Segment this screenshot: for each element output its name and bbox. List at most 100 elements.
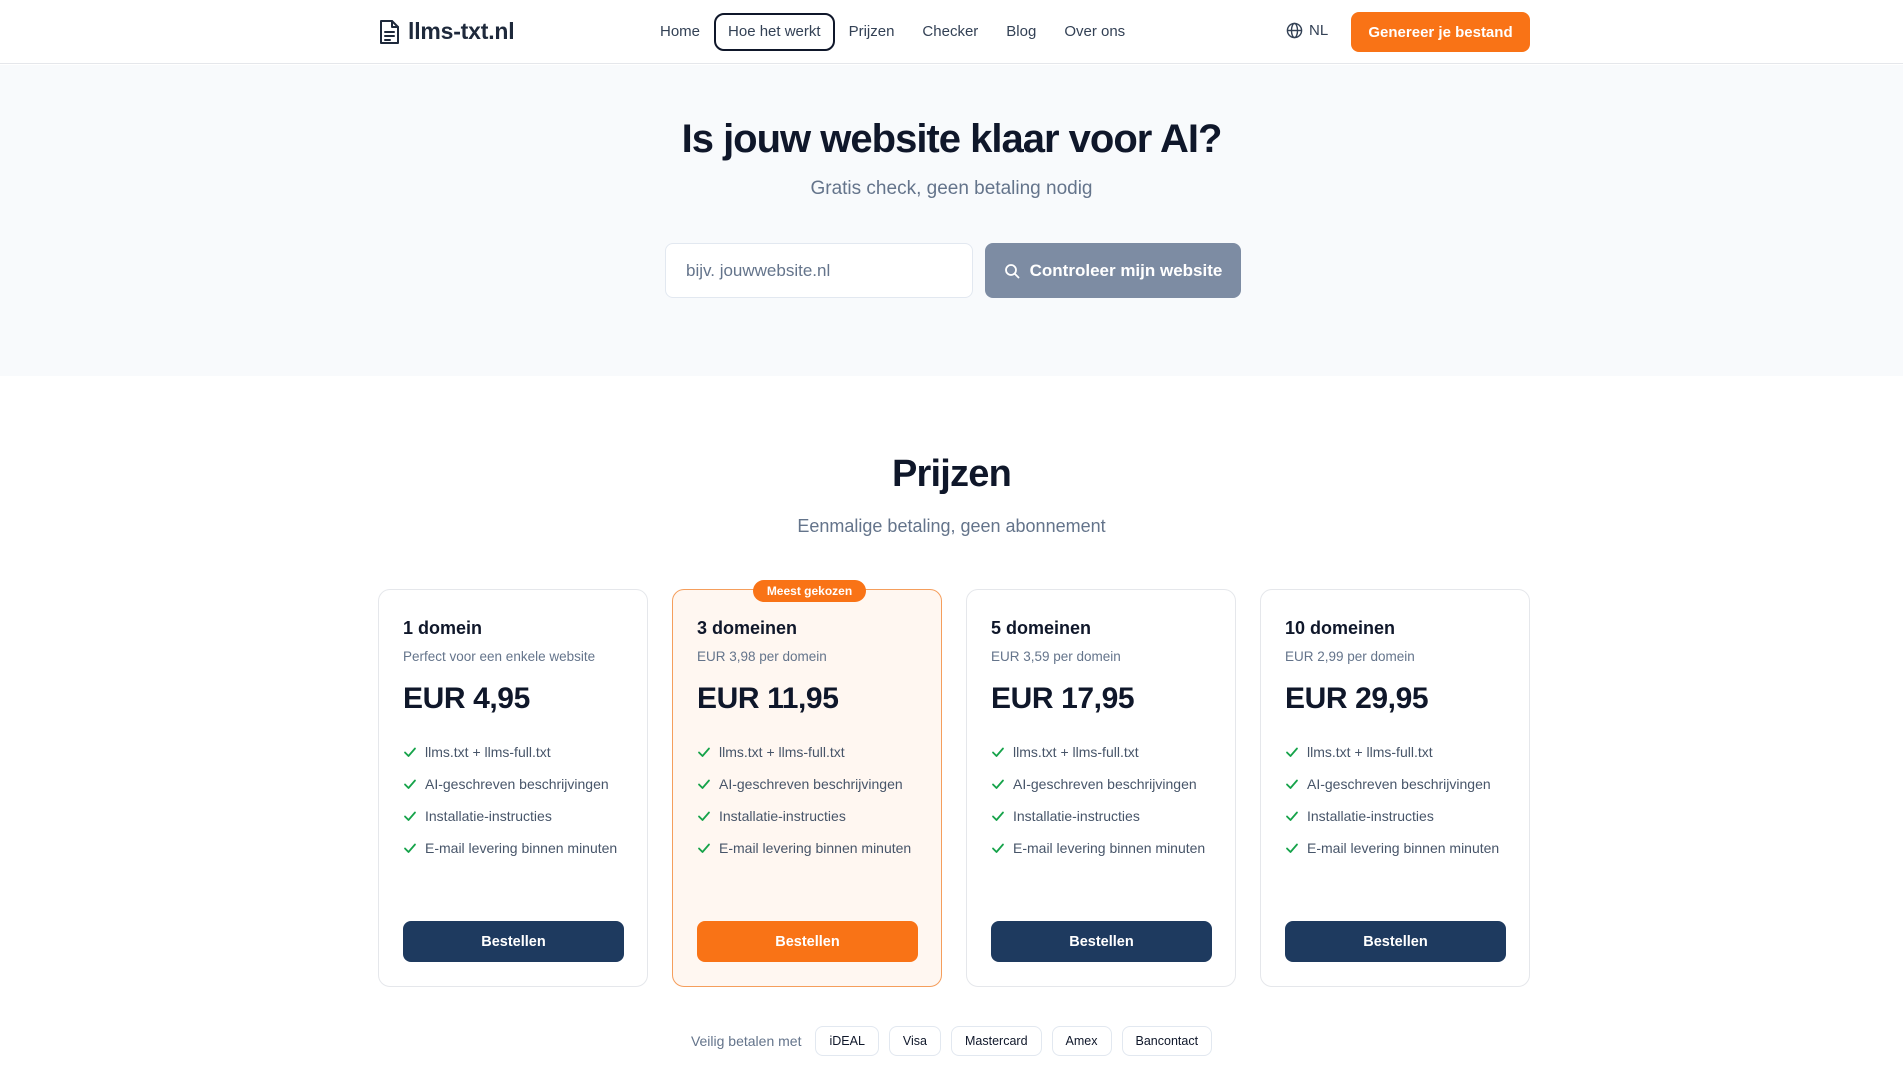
feature-text: E-mail levering binnen minuten [1307,840,1500,856]
feature-text: E-mail levering binnen minuten [719,840,912,856]
feature-text: llms.txt + llms-full.txt [1307,744,1433,760]
logo-text: llms-txt.nl [408,18,515,44]
nav-item-blog[interactable]: Blog [992,13,1050,51]
check-icon [1286,843,1298,853]
feature-item: llms.txt + llms-full.txt [403,742,633,762]
plan-name: 3 domeinen [697,618,798,638]
check-website-label: Controleer mijn website [1029,260,1223,280]
feature-item: E-mail levering binnen minuten [1285,838,1515,858]
plan-price: EUR 4,95 [403,682,530,715]
file-text-icon [380,19,399,44]
language-label: NL [1309,22,1329,39]
plan-description: EUR 3,98 per domein [697,649,827,664]
hero-subtitle: Gratis check, geen betaling nodig [810,178,1093,199]
plan-name: 5 domeinen [991,618,1092,638]
feature-text: E-mail levering binnen minuten [1013,840,1206,856]
nav-item-hoe-het-werkt[interactable]: Hoe het werkt [714,13,835,51]
plan-price: EUR 11,95 [697,682,839,715]
check-icon [404,779,416,789]
feature-item: AI-geschreven beschrijvingen [1285,774,1515,794]
generate-file-button[interactable]: Genereer je bestand [1351,12,1530,52]
plan-description: EUR 2,99 per domein [1285,649,1415,664]
plan-card-3-domeinen: Meest gekozen 3 domeinen EUR 3,98 per do… [672,580,942,987]
feature-item: E-mail levering binnen minuten [403,838,633,858]
plan-price: EUR 17,95 [991,682,1135,715]
plan-name: 10 domeinen [1285,618,1396,638]
plan-description: Perfect voor een enkele website [403,649,596,664]
hero-title: Is jouw website klaar voor AI? [681,117,1223,161]
logo[interactable]: llms-txt.nl [378,18,515,45]
hero-section: Is jouw website klaar voor AI? Gratis ch… [0,65,1903,376]
feature-item: Installatie-instructies [697,806,927,826]
feature-text: AI-geschreven beschrijvingen [1013,776,1197,792]
check-icon [404,811,416,821]
payment-chip-amex: Amex [1051,1026,1112,1056]
feature-text: AI-geschreven beschrijvingen [425,776,609,792]
feature-list: llms.txt + llms-full.txt AI-geschreven b… [1285,742,1515,870]
check-icon [404,747,416,757]
most-chosen-badge: Meest gekozen [753,580,866,602]
plan-card-10-domeinen: 10 domeinen EUR 2,99 per domein EUR 29,9… [1260,589,1530,987]
feature-item: llms.txt + llms-full.txt [991,742,1221,762]
order-button[interactable]: Bestellen [403,921,624,962]
feature-list: llms.txt + llms-full.txt AI-geschreven b… [697,742,927,870]
main-nav: Home Hoe het werkt Prijzen Checker Blog … [646,13,1139,51]
site-header: llms-txt.nl Home Hoe het werkt Prijzen C… [0,0,1903,64]
globe-icon [1286,22,1303,39]
pricing-title: Prijzen [892,453,1012,495]
nav-item-home[interactable]: Home [646,13,714,51]
plan-card-5-domeinen: 5 domeinen EUR 3,59 per domein EUR 17,95… [966,589,1236,987]
check-icon [1286,747,1298,757]
check-icon [698,779,710,789]
plan-card-1-domein: 1 domein Perfect voor een enkele website… [378,589,648,987]
nav-item-prijzen[interactable]: Prijzen [835,13,909,51]
feature-item: llms.txt + llms-full.txt [697,742,927,762]
feature-text: AI-geschreven beschrijvingen [1307,776,1491,792]
feature-item: Installatie-instructies [991,806,1221,826]
nav-item-over-ons[interactable]: Over ons [1050,13,1139,51]
payment-label: Veilig betalen met [690,1033,802,1049]
feature-text: Installatie-instructies [1013,808,1140,824]
payment-chip-bancontact: Bancontact [1121,1026,1213,1056]
order-button[interactable]: Bestellen [991,921,1212,962]
feature-item: AI-geschreven beschrijvingen [697,774,927,794]
nav-item-checker[interactable]: Checker [908,13,992,51]
feature-item: llms.txt + llms-full.txt [1285,742,1515,762]
check-icon [992,843,1004,853]
feature-text: AI-geschreven beschrijvingen [719,776,903,792]
order-button[interactable]: Bestellen [697,921,918,962]
payment-chip-ideal: iDEAL [815,1026,879,1056]
check-icon [1286,811,1298,821]
feature-item: AI-geschreven beschrijvingen [403,774,633,794]
feature-item: E-mail levering binnen minuten [991,838,1221,858]
website-url-input[interactable] [665,243,973,298]
feature-text: Installatie-instructies [1307,808,1434,824]
check-icon [992,811,1004,821]
check-icon [992,747,1004,757]
check-icon [404,843,416,853]
plan-name: 1 domein [403,618,483,638]
feature-text: llms.txt + llms-full.txt [1013,744,1139,760]
plan-price: EUR 29,95 [1285,682,1429,715]
search-icon [1004,263,1020,278]
payment-chip-visa: Visa [888,1026,942,1056]
order-button[interactable]: Bestellen [1285,921,1506,962]
pricing-subtitle: Eenmalige betaling, geen abonnement [797,516,1106,536]
feature-text: Installatie-instructies [719,808,846,824]
feature-text: llms.txt + llms-full.txt [425,744,551,760]
feature-item: Installatie-instructies [1285,806,1515,826]
check-website-button[interactable]: Controleer mijn website [985,243,1241,298]
feature-text: Installatie-instructies [425,808,552,824]
payment-methods: Veilig betalen met iDEAL Visa Mastercard… [0,1026,1903,1056]
feature-text: llms.txt + llms-full.txt [719,744,845,760]
feature-list: llms.txt + llms-full.txt AI-geschreven b… [403,742,633,870]
check-icon [992,779,1004,789]
check-icon [698,843,710,853]
feature-list: llms.txt + llms-full.txt AI-geschreven b… [991,742,1221,870]
feature-item: E-mail levering binnen minuten [697,838,927,858]
feature-item: AI-geschreven beschrijvingen [991,774,1221,794]
check-icon [1286,779,1298,789]
language-switcher[interactable]: NL [1286,22,1328,39]
payment-chip-mastercard: Mastercard [951,1026,1042,1056]
feature-item: Installatie-instructies [403,806,633,826]
